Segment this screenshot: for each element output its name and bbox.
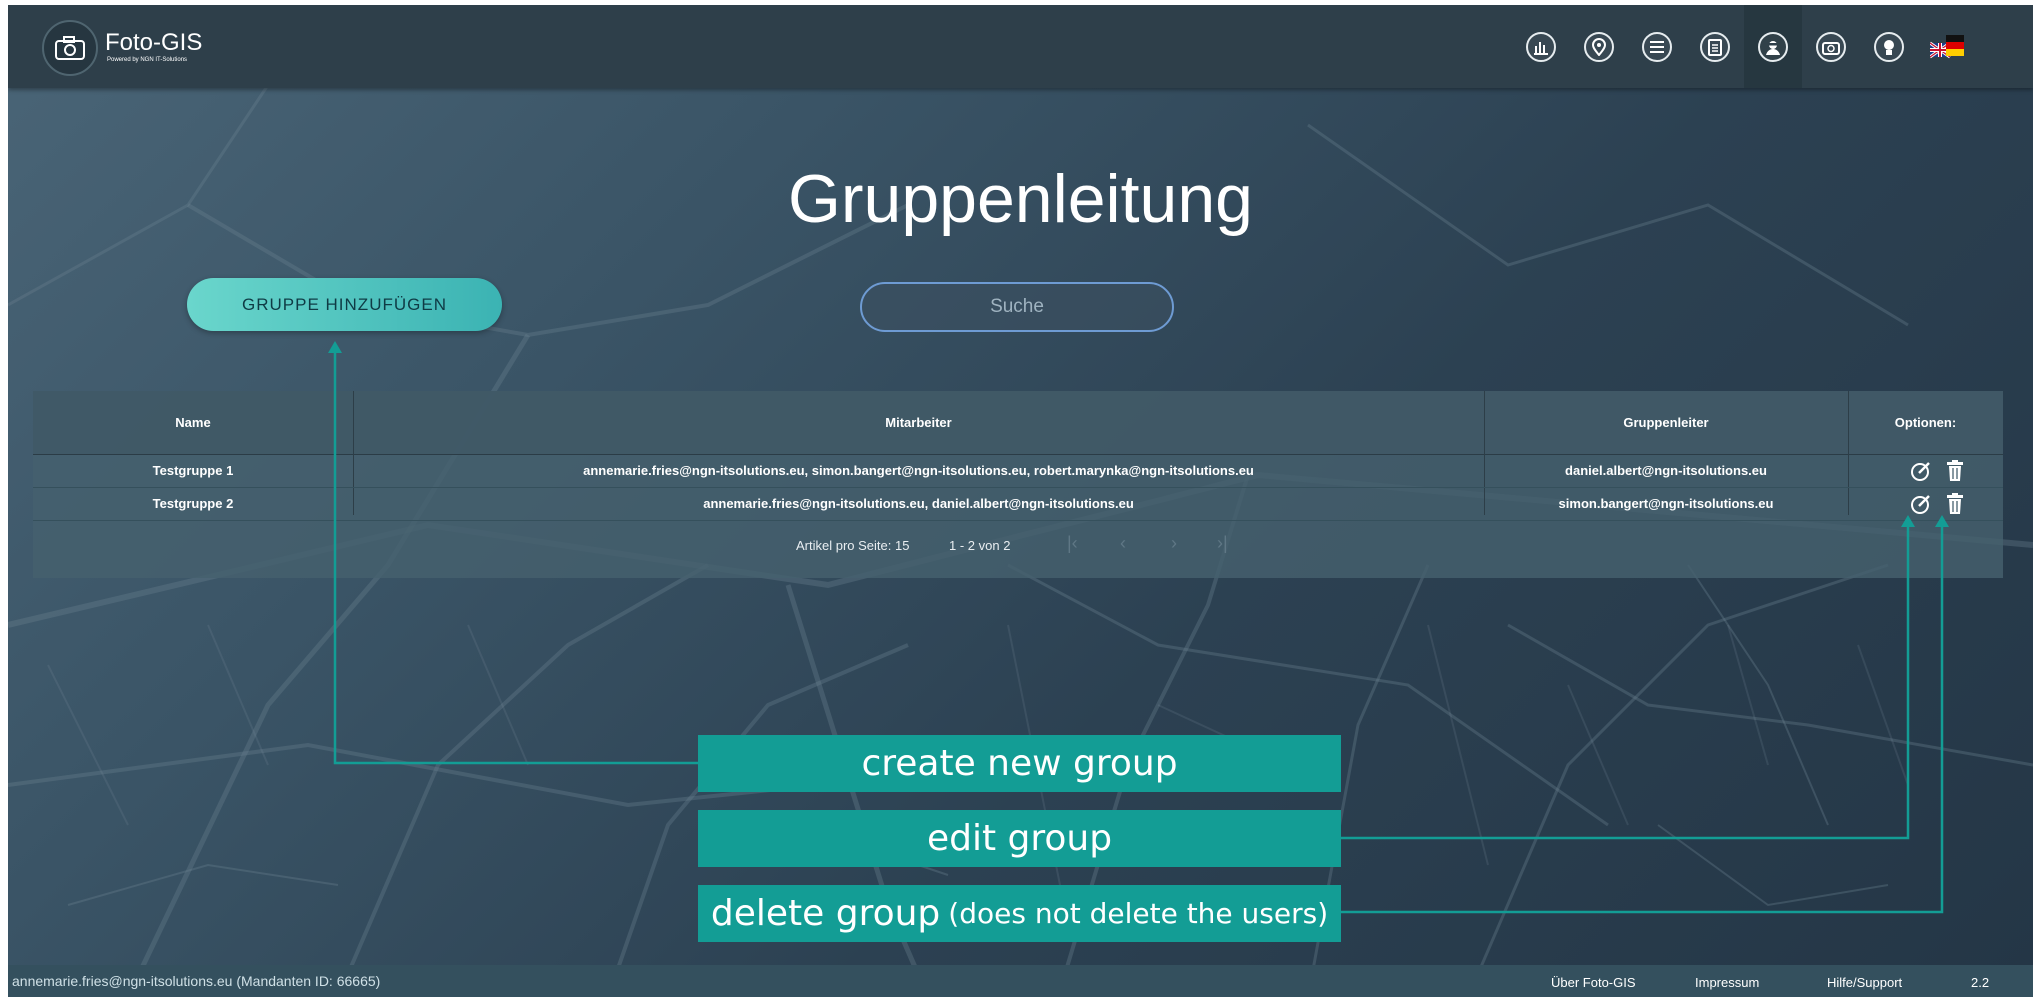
group-members-cell: annemarie.fries@ngn-itsolutions.eu, dani… (703, 496, 1134, 511)
column-header-name[interactable]: Name (33, 391, 353, 454)
previous-page-icon[interactable]: ‹ (1120, 533, 1126, 554)
group-leader-cell: daniel.albert@ngn-itsolutions.eu (1565, 463, 1767, 478)
nav-map[interactable] (1570, 5, 1628, 88)
callout-delete-group: delete group (does not delete the users) (698, 885, 1341, 942)
search-input[interactable]: Suche (860, 282, 1174, 332)
foto-gis-logo[interactable] (42, 20, 98, 76)
camera-icon (55, 36, 85, 60)
trash-icon (1947, 493, 1963, 514)
app-name: Foto-GIS (105, 29, 203, 56)
nav-camera-add[interactable] (1802, 5, 1860, 88)
footer-link-imprint[interactable]: Impressum (1695, 975, 1759, 990)
callout-delete-main: delete group (710, 893, 941, 934)
last-page-icon[interactable]: ›| (1217, 533, 1228, 554)
table-header: Name Mitarbeiter Gruppenleiter Optionen: (33, 391, 2003, 455)
footer-link-help[interactable]: Hilfe/Support (1827, 975, 1902, 990)
group-leader-cell: simon.bangert@ngn-itsolutions.eu (1558, 496, 1774, 511)
list-icon (1642, 31, 1672, 62)
top-navigation-bar: Foto-GIS Powered by NGN IT-Solutions (8, 5, 2033, 88)
statistics-icon (1526, 31, 1556, 62)
delete-group-button[interactable] (1943, 458, 1967, 484)
footer-version: 2.2 (1971, 975, 1990, 990)
clipboard-icon (1700, 31, 1730, 62)
group-leader-icon (1758, 31, 1788, 62)
callout-create-group: create new group (698, 735, 1341, 792)
footer: annemarie.fries@ngn-itsolutions.eu (Mand… (8, 965, 2033, 997)
delete-group-button[interactable] (1943, 491, 1967, 517)
column-header-members[interactable]: Mitarbeiter (353, 391, 1484, 454)
map-pin-icon (1584, 31, 1614, 62)
edit-group-button[interactable] (1909, 491, 1933, 517)
footer-link-about[interactable]: Über Foto-GIS (1551, 975, 1636, 990)
first-page-icon[interactable]: |‹ (1067, 533, 1078, 554)
items-per-page[interactable]: Artikel pro Seite: 15 (796, 538, 909, 553)
table-row[interactable]: Testgruppe 1 annemarie.fries@ngn-itsolut… (33, 454, 2003, 488)
language-flag-icon (1930, 34, 1964, 58)
callout-delete-note: (does not delete the users) (948, 897, 1329, 930)
camera-add-icon (1816, 31, 1846, 62)
footer-user-info: annemarie.fries@ngn-itsolutions.eu (Mand… (12, 973, 381, 989)
group-name-cell: Testgruppe 1 (152, 463, 234, 478)
nav-statistics[interactable] (1512, 5, 1570, 88)
group-name-cell: Testgruppe 2 (152, 496, 234, 511)
page-title: Gruppenleitung (787, 161, 1253, 237)
nav-language[interactable] (1918, 5, 1976, 88)
add-group-button[interactable]: GRUPPE HINZUFÜGEN (187, 278, 502, 331)
nav-clipboard[interactable] (1686, 5, 1744, 88)
nav-list[interactable] (1628, 5, 1686, 88)
user-profile-icon (1874, 31, 1904, 62)
next-page-icon[interactable]: › (1171, 533, 1177, 554)
group-members-cell: annemarie.fries@ngn-itsolutions.eu, simo… (583, 463, 1254, 478)
column-header-leader[interactable]: Gruppenleiter (1484, 391, 1848, 454)
table-row[interactable]: Testgruppe 2 annemarie.fries@ngn-itsolut… (33, 487, 2003, 521)
nav-profile[interactable] (1860, 5, 1918, 88)
groups-table: Name Mitarbeiter Gruppenleiter Optionen:… (33, 391, 2003, 578)
pagination-range: 1 - 2 von 2 (949, 538, 1011, 553)
edit-group-button[interactable] (1909, 458, 1933, 484)
edit-icon (1911, 462, 1930, 481)
edit-icon (1911, 495, 1930, 514)
nav-group-leader[interactable] (1744, 5, 1802, 88)
callout-edit-group: edit group (698, 810, 1341, 867)
trash-icon (1947, 460, 1963, 481)
column-header-options: Optionen: (1894, 415, 1957, 430)
app-tagline: Powered by NGN IT-Solutions (107, 57, 188, 63)
app-frame: Foto-GIS Powered by NGN IT-Solutions Gru… (8, 5, 2033, 997)
